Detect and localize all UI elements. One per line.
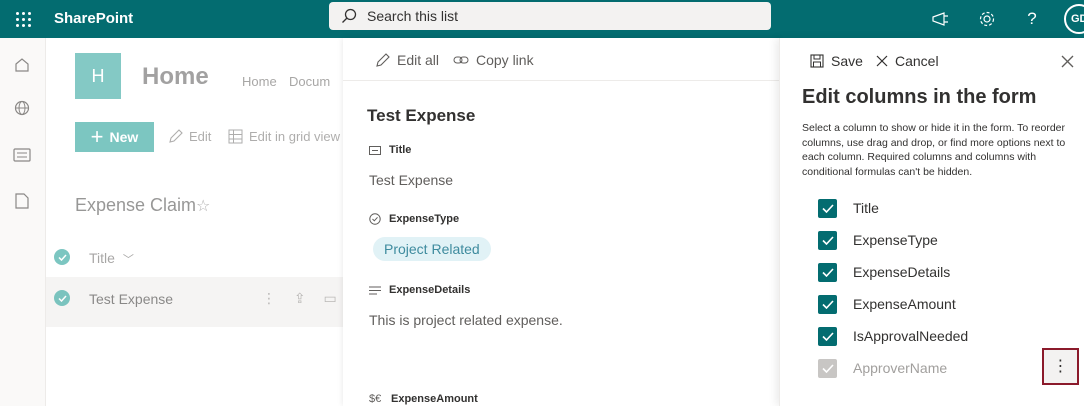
checkbox-checked-icon[interactable] bbox=[818, 326, 837, 346]
save-button[interactable]: Save bbox=[810, 53, 863, 69]
multiline-field-icon bbox=[369, 286, 382, 295]
gear-icon[interactable] bbox=[975, 7, 999, 31]
column-label: ExpenseType bbox=[853, 232, 938, 248]
link-icon bbox=[453, 56, 469, 64]
item-panel-toolbar: Edit all Copy link bbox=[343, 38, 779, 81]
plus-icon: + bbox=[90, 124, 104, 149]
site-nav-item-home[interactable]: Home bbox=[242, 74, 277, 89]
select-all-check-icon[interactable] bbox=[54, 249, 70, 265]
star-icon[interactable]: ☆ bbox=[196, 196, 210, 216]
column-item-title[interactable]: Title bbox=[818, 197, 1068, 219]
currency-field-icon: $€ bbox=[369, 393, 382, 405]
save-label: Save bbox=[831, 53, 863, 69]
app-launcher-icon[interactable] bbox=[0, 0, 46, 38]
globe-icon[interactable] bbox=[11, 97, 33, 119]
share-icon[interactable]: ⇪ bbox=[294, 290, 306, 306]
column-item-approvername: ApproverName bbox=[818, 357, 1068, 379]
field-label-title: Title bbox=[369, 144, 411, 156]
app-brand[interactable]: SharePoint bbox=[54, 10, 133, 27]
suite-bar: SharePoint Search this list ? GD bbox=[0, 0, 1084, 38]
row-check-icon[interactable] bbox=[54, 290, 70, 306]
new-button[interactable]: + New bbox=[75, 122, 154, 152]
field-value-expensedetails[interactable]: This is project related expense. bbox=[369, 312, 563, 328]
copy-link-label: Copy link bbox=[476, 52, 534, 68]
column-item-isapprovalneeded[interactable]: IsApprovalNeeded bbox=[818, 325, 1068, 347]
column-item-expenseamount[interactable]: ExpenseAmount bbox=[818, 293, 1068, 315]
column-header-title[interactable]: Title ﹀ bbox=[89, 250, 134, 267]
choice-pill[interactable]: Project Related bbox=[373, 237, 491, 261]
edit-button-label: Edit bbox=[189, 129, 212, 144]
left-rail bbox=[0, 38, 46, 406]
more-options-button[interactable]: ⋮ bbox=[1042, 348, 1079, 385]
list-title: Expense Claim bbox=[75, 195, 197, 215]
search-placeholder: Search this list bbox=[367, 8, 459, 24]
more-vertical-icon: ⋮ bbox=[1052, 357, 1069, 375]
edit-all-button[interactable]: Edit all bbox=[375, 52, 439, 68]
item-title: Test Expense bbox=[367, 106, 476, 125]
checkbox-checked-icon[interactable] bbox=[818, 294, 837, 314]
avatar[interactable]: GD bbox=[1064, 4, 1084, 34]
column-label: ApproverName bbox=[853, 360, 948, 376]
new-button-label: New bbox=[109, 129, 139, 145]
choice-field-icon bbox=[369, 213, 382, 225]
site-logo[interactable]: H bbox=[75, 53, 121, 99]
copy-link-button[interactable]: Copy link bbox=[453, 52, 534, 68]
home-icon[interactable] bbox=[11, 54, 33, 76]
pencil-icon bbox=[169, 129, 183, 143]
field-label-expensedetails: ExpenseDetails bbox=[369, 284, 470, 296]
field-value-title[interactable]: Test Expense bbox=[369, 172, 453, 188]
chevron-down-icon: ﹀ bbox=[122, 254, 134, 266]
column-label: ExpenseAmount bbox=[853, 296, 956, 312]
edit-grid-view-label: Edit in grid view bbox=[249, 129, 341, 144]
text-field-icon bbox=[369, 145, 382, 155]
cancel-label: Cancel bbox=[895, 53, 939, 69]
checkbox-checked-icon[interactable] bbox=[818, 198, 837, 218]
panel-description: Select a column to show or hide it in th… bbox=[802, 122, 1066, 178]
checkbox-checked-icon[interactable] bbox=[818, 262, 837, 282]
edit-all-label: Edit all bbox=[397, 52, 440, 68]
checkbox-checked-icon[interactable] bbox=[818, 230, 837, 250]
cancel-button[interactable]: Cancel bbox=[876, 53, 939, 69]
save-icon bbox=[810, 54, 824, 68]
search-input[interactable]: Search this list bbox=[329, 2, 771, 30]
site-nav-item-documents[interactable]: Docum bbox=[289, 74, 330, 89]
edit-columns-panel: Save Cancel Edit columns in the form Sel… bbox=[779, 38, 1084, 406]
more-vertical-icon[interactable]: ⋮ bbox=[262, 290, 276, 306]
row-title[interactable]: Test Expense bbox=[89, 291, 173, 307]
column-item-expensetype[interactable]: ExpenseType bbox=[818, 229, 1068, 251]
checkbox-disabled-icon bbox=[818, 358, 837, 378]
column-item-expensedetails[interactable]: ExpenseDetails bbox=[818, 261, 1068, 283]
panel-heading: Edit columns in the form bbox=[802, 86, 1037, 108]
search-icon bbox=[342, 8, 357, 23]
field-label-expensetype: ExpenseType bbox=[369, 213, 459, 225]
edit-button[interactable]: Edit bbox=[168, 129, 211, 144]
help-icon[interactable]: ? bbox=[1020, 7, 1044, 31]
megaphone-icon[interactable] bbox=[929, 7, 953, 31]
row-actions: ⋮ ⇪ ▭ bbox=[262, 290, 337, 307]
document-icon[interactable] bbox=[11, 190, 33, 212]
item-panel: Edit all Copy link Test Expense Title Te… bbox=[343, 38, 779, 406]
comment-icon[interactable]: ▭ bbox=[324, 290, 337, 306]
grid-icon bbox=[228, 129, 243, 144]
column-label: Title bbox=[853, 200, 879, 216]
pencil-icon bbox=[376, 52, 390, 67]
site-title[interactable]: Home bbox=[142, 63, 209, 91]
edit-grid-view-button[interactable]: Edit in grid view bbox=[228, 129, 340, 144]
list-page: H Home Home Docum + New Edit Edit in gri… bbox=[46, 38, 346, 406]
news-icon[interactable] bbox=[11, 144, 33, 166]
column-label: IsApprovalNeeded bbox=[853, 328, 969, 344]
close-panel-icon[interactable] bbox=[1061, 52, 1074, 73]
field-label-expenseamount: $€ ExpenseAmount bbox=[369, 393, 478, 405]
close-icon bbox=[876, 55, 888, 67]
column-label: ExpenseDetails bbox=[853, 264, 951, 280]
